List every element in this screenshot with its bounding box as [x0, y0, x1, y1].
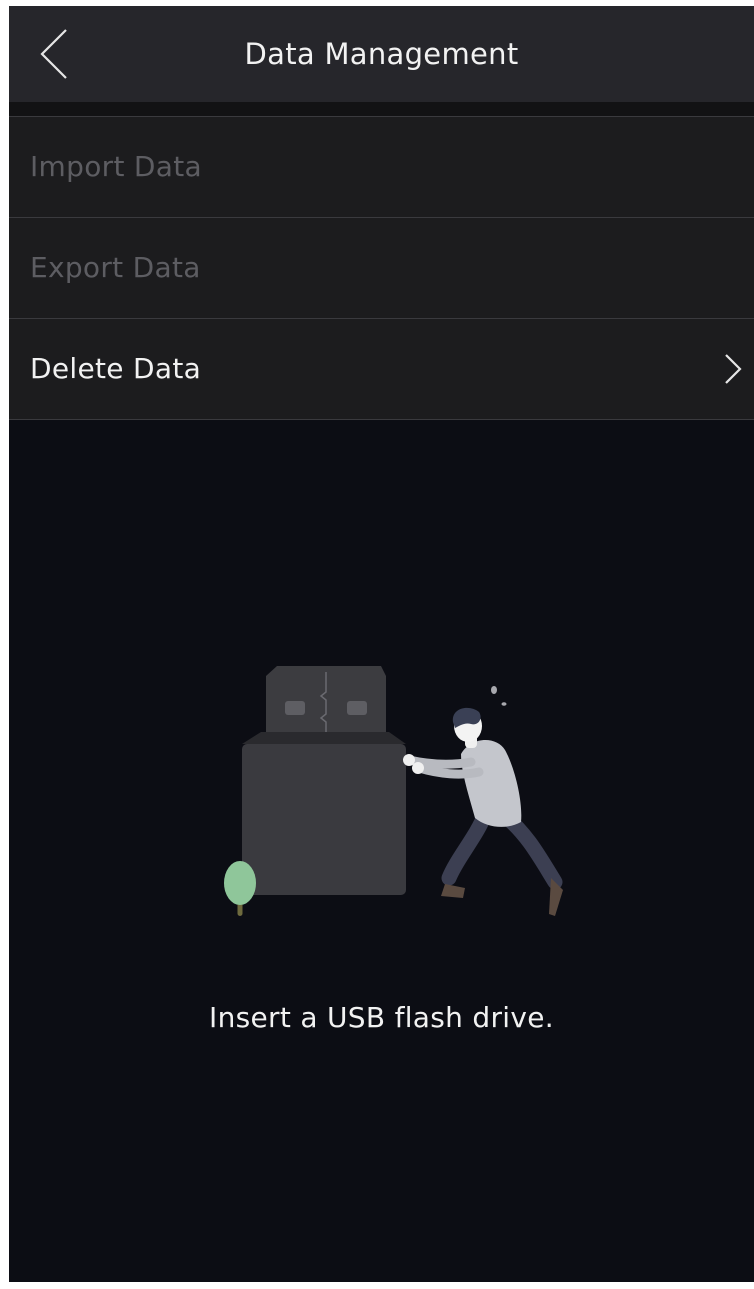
menu-item-export-data[interactable]: Export Data: [9, 218, 754, 319]
menu-item-label: Export Data: [30, 251, 201, 284]
tree-icon: [224, 861, 256, 916]
menu-item-label: Delete Data: [30, 352, 202, 385]
back-button[interactable]: [9, 6, 105, 102]
empty-state-message: Insert a USB flash drive.: [209, 1001, 554, 1034]
chevron-right-icon: [725, 354, 742, 384]
usb-body: [242, 732, 406, 895]
person-pushing: [403, 686, 563, 916]
menu-item-delete-data[interactable]: Delete Data: [9, 319, 754, 420]
screen: Data Management Import Data Export Data …: [9, 6, 754, 1282]
header-bar: Data Management: [9, 6, 754, 102]
chevron-left-icon: [40, 29, 67, 79]
menu-item-label: Import Data: [30, 150, 202, 183]
header-divider: [9, 102, 754, 116]
menu-item-import-data[interactable]: Import Data: [9, 117, 754, 218]
page-title: Data Management: [244, 37, 519, 71]
usb-drive-illustration: [224, 666, 563, 916]
menu-list: Import Data Export Data Delete Data: [9, 116, 754, 420]
